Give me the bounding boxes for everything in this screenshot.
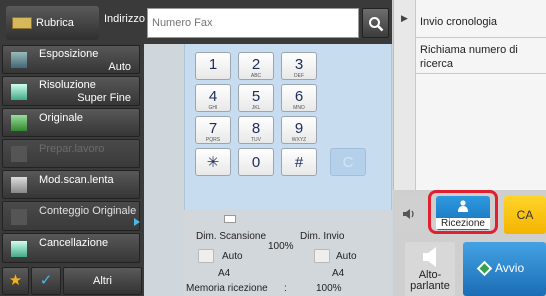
key-4[interactable]: 4 GHI: [195, 84, 231, 112]
top-bar: Rubrica Indirizzo: [0, 0, 392, 44]
altri-button[interactable]: Altri: [63, 267, 142, 295]
scan-size-box[interactable]: [198, 249, 214, 263]
menu-value: Auto: [108, 61, 131, 73]
menu-risoluzione[interactable]: Risoluzione Super Fine: [2, 76, 140, 106]
memoria-separator: :: [284, 283, 287, 294]
scan-size-value: A4: [218, 268, 231, 279]
volume-button[interactable]: [396, 197, 424, 231]
key-8[interactable]: 8 TUV: [238, 116, 274, 144]
search-button[interactable]: [362, 8, 389, 38]
menu-label: Conteggio Originale: [39, 205, 137, 217]
menu-mod-scan-lenta[interactable]: Mod.scan.lenta: [2, 170, 140, 199]
direction-arrow-icon: [134, 218, 140, 226]
ricezione-button[interactable]: Ricezione: [436, 196, 490, 230]
ricezione-label: Ricezione: [436, 218, 490, 229]
menu-label: Risoluzione: [39, 79, 96, 91]
panel-toggle[interactable]: ▶: [394, 0, 416, 190]
avvio-button[interactable]: Avvio: [463, 242, 546, 296]
ricezione-highlight: Ricezione: [428, 190, 498, 234]
menu-conteggio-originale[interactable]: Conteggio Originale: [2, 201, 140, 231]
star-icon: ★: [8, 272, 23, 289]
settings-menu: Esposizione Auto Risoluzione Super Fine …: [0, 44, 144, 296]
erase-icon: [11, 241, 27, 257]
menu-cancellazione[interactable]: Cancellazione: [2, 233, 140, 263]
dim-invio-label: Dim. Invio: [300, 231, 345, 242]
ratio-value: 100%: [268, 241, 294, 252]
key-2[interactable]: 2 ABC: [238, 52, 274, 80]
address-book-icon: [12, 17, 32, 29]
resolution-icon: [11, 84, 27, 100]
menu-bottom-row: ★ ✓ Altri: [0, 265, 144, 296]
menu-value: Super Fine: [77, 92, 131, 104]
key-hash[interactable]: #: [281, 148, 317, 176]
menu-label: Esposizione: [39, 48, 99, 60]
menu-label: Cancellazione: [39, 237, 109, 249]
speaker-icon: [423, 247, 436, 267]
search-icon: [369, 17, 384, 32]
scan-auto-value: Auto: [222, 251, 243, 262]
key-6[interactable]: 6 MNO: [281, 84, 317, 112]
altoparlante-button[interactable]: Alto- parlante: [405, 242, 455, 296]
key-3[interactable]: 3 DEF: [281, 52, 317, 80]
fax-number-input[interactable]: [147, 8, 359, 38]
rubrica-label: Rubrica: [36, 17, 74, 29]
send-size-box[interactable]: [314, 249, 330, 263]
job-prep-icon: [11, 146, 27, 162]
menu-label: Prepar.lavoro: [39, 143, 105, 155]
speaker-icon: [403, 209, 414, 219]
key-0[interactable]: 0: [238, 148, 274, 176]
send-size-value: A4: [332, 268, 345, 279]
favorite-button[interactable]: ★: [2, 267, 29, 295]
expand-arrow-icon: ▶: [401, 13, 408, 23]
memoria-label: Memoria ricezione: [186, 283, 268, 294]
menu-label: Mod.scan.lenta: [39, 174, 114, 186]
invio-cronologia-item[interactable]: Invio cronologia: [416, 10, 546, 38]
start-icon: [476, 260, 493, 277]
check-icon: ✓: [39, 272, 53, 289]
original-icon: [11, 115, 27, 131]
numeric-keypad: 1 2 ABC 3 DEF 4 GHI 5 JKL 6 MNO 7 PQRS 8 TUV 9W…: [184, 44, 392, 210]
memoria-value: 100%: [316, 283, 342, 294]
avvio-label: Avvio: [495, 261, 525, 275]
key-5[interactable]: 5 JKL: [238, 84, 274, 112]
altoparlante-label: Alto- parlante: [410, 269, 450, 292]
person-icon: [458, 200, 468, 212]
slow-scan-icon: [11, 177, 27, 193]
clear-key[interactable]: C: [330, 148, 366, 176]
menu-esposizione[interactable]: Esposizione Auto: [2, 45, 140, 74]
count-icon: [11, 209, 27, 225]
check-button[interactable]: ✓: [31, 267, 61, 295]
key-1[interactable]: 1: [195, 52, 231, 80]
menu-prepar-lavoro[interactable]: Prepar.lavoro: [2, 139, 140, 168]
key-7[interactable]: 7 PQRS: [195, 116, 231, 144]
send-auto-value: Auto: [336, 251, 357, 262]
history-panel: ▶ Invio cronologia Richiama numero di ri…: [393, 0, 546, 190]
rubrica-button[interactable]: Rubrica: [6, 6, 99, 40]
exposure-icon: [11, 52, 27, 68]
richiama-numero-item[interactable]: Richiama numero di ricerca: [416, 38, 546, 74]
center-panel: 1 2 ABC 3 DEF 4 GHI 5 JKL 6 MNO 7 PQRS 8 TUV 9W…: [144, 44, 393, 296]
menu-label: Originale: [39, 112, 84, 124]
menu-originale[interactable]: Originale: [2, 108, 140, 137]
ca-button[interactable]: CA: [504, 196, 546, 234]
key-9[interactable]: 9 WXYZ: [281, 116, 317, 144]
dim-scansione-label: Dim. Scansione: [196, 231, 267, 242]
key-star[interactable]: ✳: [195, 148, 231, 176]
indirizzo-label: Indirizzo: [104, 13, 145, 25]
scan-info-area: Dim. Scansione Dim. Invio 100% Auto Auto…: [184, 210, 392, 296]
document-icon: [224, 215, 236, 223]
